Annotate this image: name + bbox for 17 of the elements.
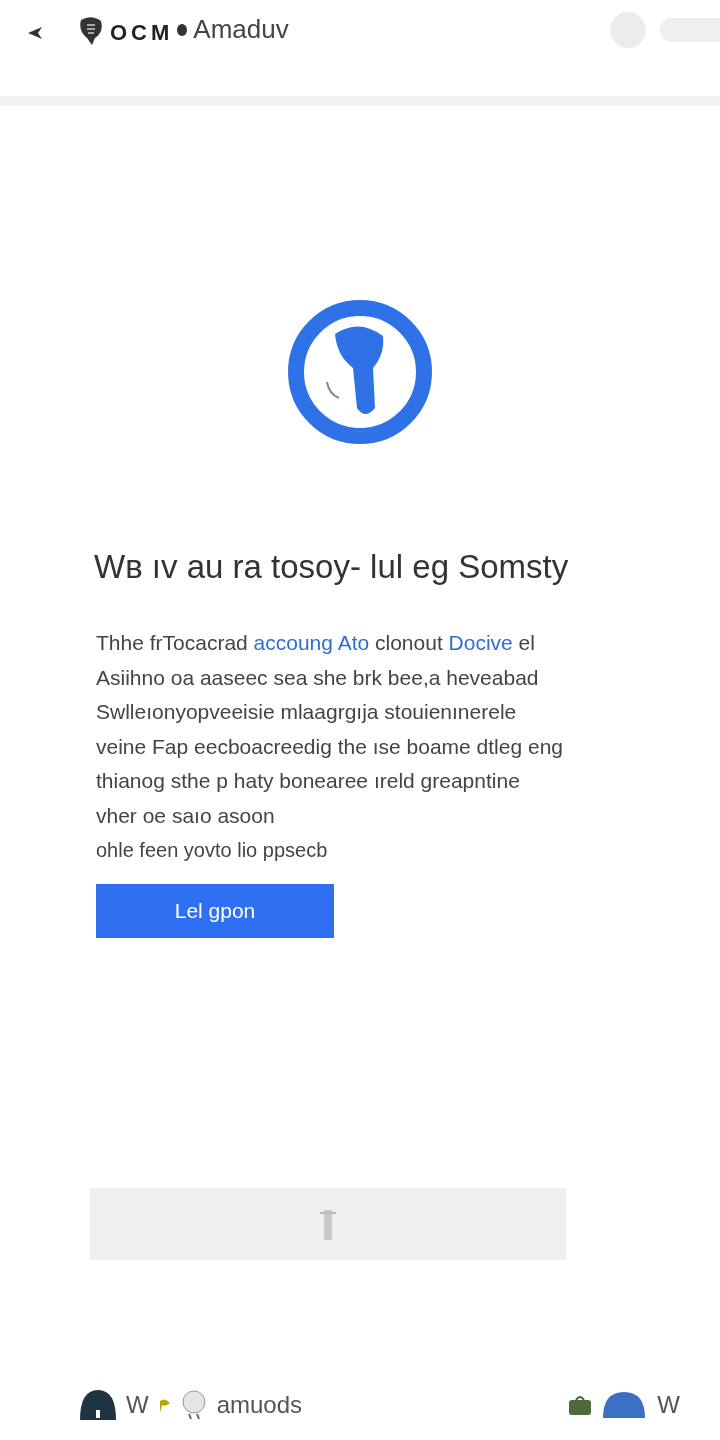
footer-label: amuods bbox=[216, 1391, 303, 1419]
footer-label: W bbox=[126, 1391, 149, 1419]
brand-name: OCM bbox=[110, 20, 174, 46]
note-text: ohle feen yovto lio ppsecb bbox=[96, 839, 329, 862]
logo-icon bbox=[78, 16, 104, 46]
header-title: Amaduv bbox=[193, 14, 289, 45]
footer-label: W bbox=[657, 1391, 680, 1419]
description-text: Thhe frTocacrad accoung Ato clonout Docive el Asiihno oa aaseec sea she brk bee,a heveabad Swlleıonyopveeisie mlaagrgıja stouienınerele veine Fap eecboacreedig the ıse boame dtleg eng thianog sthe p haty bonearee ıreld greapntine vher oe saıo asoon bbox=[96, 630, 564, 829]
dome-icon[interactable] bbox=[80, 1390, 116, 1420]
primary-button[interactable]: Lel gpon bbox=[96, 884, 334, 938]
page-heading: Wв ıv au ra tosoy- lul eg Somsty bbox=[94, 548, 570, 586]
back-arrow-icon[interactable] bbox=[28, 26, 42, 40]
placeholder-icon bbox=[320, 1208, 336, 1240]
inline-link[interactable]: accoung Ato bbox=[253, 631, 370, 654]
bag-icon[interactable] bbox=[569, 1395, 592, 1415]
blob-icon bbox=[177, 24, 188, 36]
inline-link[interactable]: Docive bbox=[448, 631, 513, 654]
